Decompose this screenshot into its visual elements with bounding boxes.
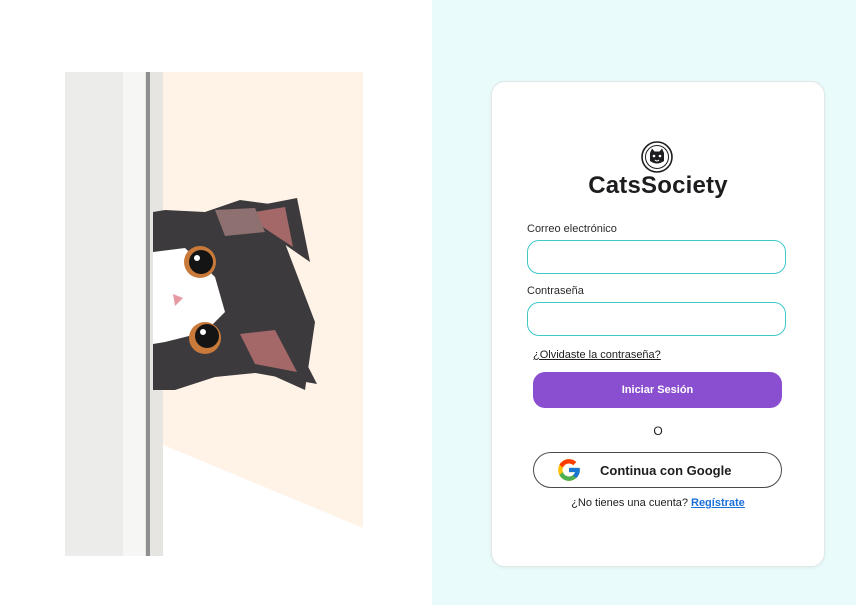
cat-peeking-illustration — [65, 72, 363, 556]
google-g-icon — [558, 459, 580, 481]
or-separator: O — [653, 424, 663, 438]
email-field[interactable] — [527, 240, 786, 274]
signup-prompt: ¿No tienes una cuenta? — [571, 497, 688, 509]
forgot-password-link[interactable]: ¿Olvidaste la contraseña? — [533, 349, 661, 361]
google-button-label: Continua con Google — [600, 462, 732, 478]
google-signin-button[interactable]: Continua con Google — [533, 452, 782, 488]
email-label: Correo electrónico — [527, 223, 617, 235]
signup-row: ¿No tienes una cuenta? Regístrate — [491, 497, 825, 509]
cat-face-icon — [641, 141, 673, 173]
password-label: Contraseña — [527, 285, 584, 297]
illustration-panel — [0, 0, 432, 605]
brand-name: CatsSociety — [588, 172, 728, 199]
login-button[interactable]: Iniciar Sesión — [533, 372, 782, 408]
signup-link[interactable]: Regístrate — [691, 497, 745, 509]
cat-head — [153, 198, 317, 390]
password-field[interactable] — [527, 302, 786, 336]
login-page: CatsSociety Correo electrónico Contraseñ… — [0, 0, 856, 605]
